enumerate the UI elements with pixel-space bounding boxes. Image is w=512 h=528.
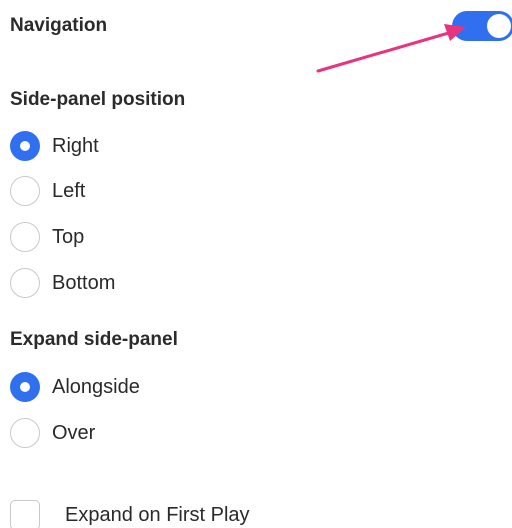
side-panel-position-title: Side-panel position (10, 89, 186, 110)
radio-button[interactable] (10, 268, 40, 298)
radio-button[interactable] (10, 176, 40, 206)
expand-on-first-play-option[interactable]: Expand on First Play (10, 500, 250, 528)
expand-on-first-play-checkbox[interactable] (10, 500, 40, 528)
pointer-arrow-icon (316, 24, 466, 73)
radio-option-bottom[interactable]: Bottom (10, 268, 115, 298)
radio-option-top[interactable]: Top (10, 222, 84, 252)
radio-button-checked[interactable] (10, 372, 40, 402)
radio-option-right[interactable]: Right (10, 131, 99, 161)
expand-on-first-play-label: Expand on First Play (65, 504, 250, 526)
radio-option-alongside[interactable]: Alongside (10, 372, 140, 402)
radio-label-right: Right (52, 135, 99, 157)
radio-option-left[interactable]: Left (10, 176, 85, 206)
radio-option-over[interactable]: Over (10, 418, 95, 448)
radio-label-top: Top (52, 226, 85, 248)
radio-button[interactable] (10, 418, 40, 448)
radio-label-alongside: Alongside (52, 376, 140, 398)
radio-button[interactable] (10, 222, 40, 252)
radio-label-left: Left (52, 180, 86, 202)
radio-label-bottom: Bottom (52, 272, 116, 294)
radio-label-over: Over (52, 422, 96, 444)
radio-button-checked[interactable] (10, 131, 40, 161)
expand-side-panel-title: Expand side-panel (10, 329, 178, 350)
